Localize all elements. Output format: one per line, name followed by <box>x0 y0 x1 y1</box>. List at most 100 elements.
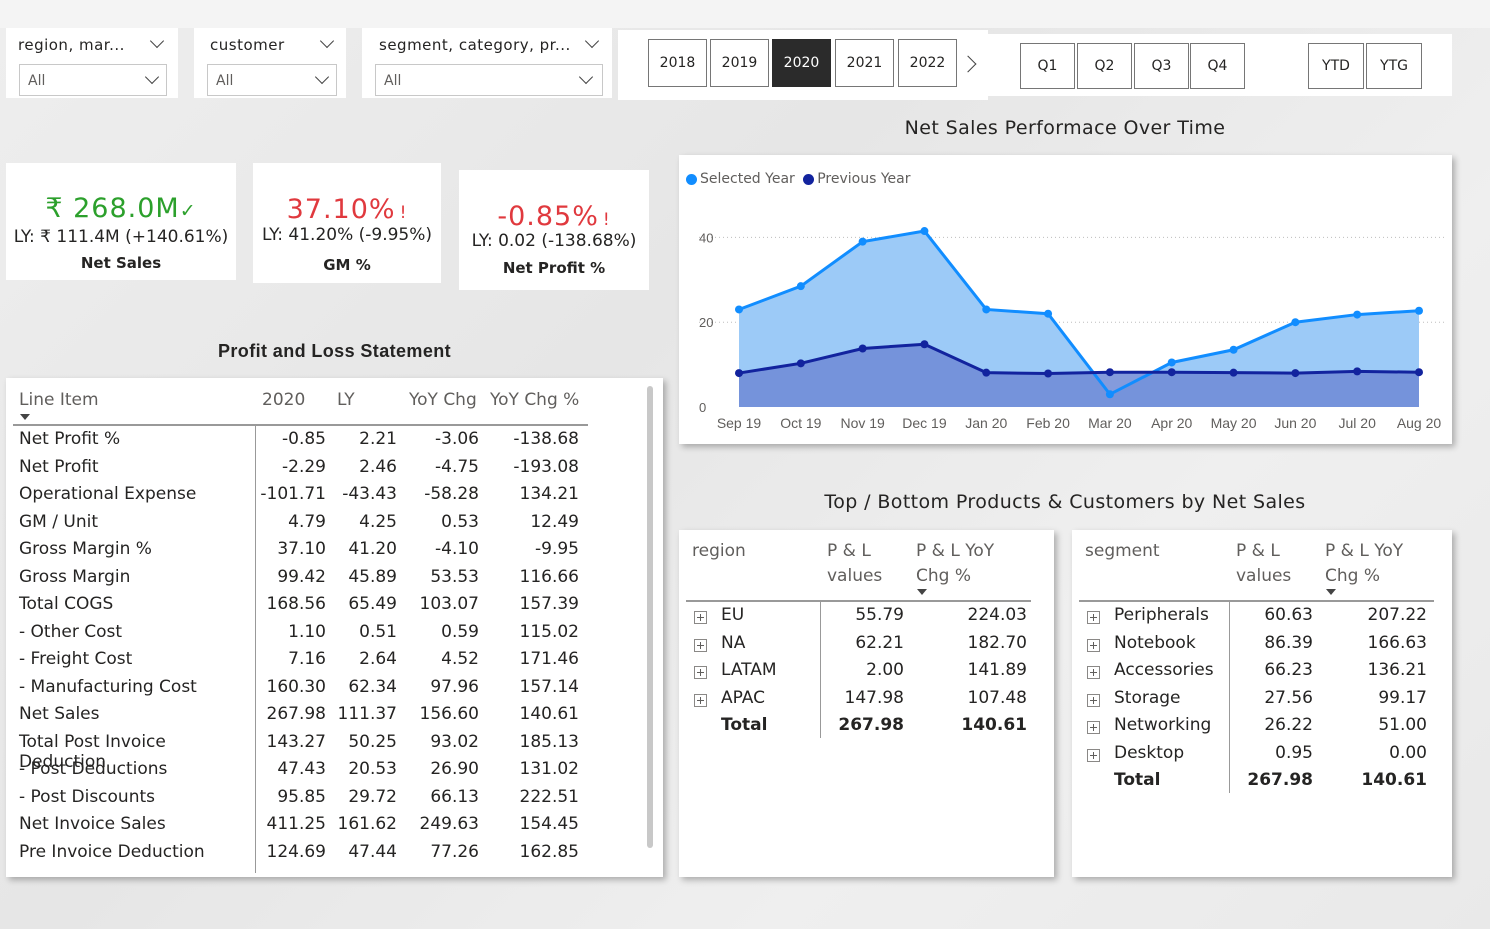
col-header-ly[interactable]: LY <box>337 390 355 410</box>
table-row[interactable]: Net Profit % -0.85 2.21 -3.06 -138.68 <box>6 426 626 454</box>
data-point[interactable] <box>796 359 805 368</box>
year-button-2019[interactable]: 2019 <box>710 39 769 87</box>
col-header-values[interactable]: P & L values <box>1236 539 1296 589</box>
data-point[interactable] <box>1415 306 1423 315</box>
table-row[interactable]: Total COGS 168.56 65.49 103.07 157.39 <box>6 591 626 619</box>
chevron-down-icon[interactable] <box>149 33 165 49</box>
expand-plus-icon[interactable] <box>1087 748 1100 762</box>
expand-plus-icon[interactable] <box>694 638 707 652</box>
expand-plus-icon[interactable] <box>694 693 707 707</box>
data-point[interactable] <box>1291 369 1300 378</box>
col-header-yoy[interactable]: P & L YoY Chg % <box>916 539 1006 589</box>
cell-yoy-chg-pct: 115.02 <box>519 621 579 642</box>
dropdown-segment[interactable]: All <box>375 64 603 96</box>
quarter-button-q1[interactable]: Q1 <box>1020 43 1075 89</box>
data-point[interactable] <box>1105 368 1114 377</box>
col-header-year[interactable]: 2020 <box>262 390 305 410</box>
year-button-2022[interactable]: 2022 <box>898 39 957 87</box>
cell-yoy-chg: -4.10 <box>435 539 479 559</box>
data-point[interactable] <box>1044 309 1053 318</box>
chevron-down-icon[interactable] <box>319 33 335 49</box>
slicer-region-market[interactable]: region, mar... All <box>6 28 178 98</box>
col-header-yoy-chg-pct[interactable]: YoY Chg % <box>490 390 579 410</box>
data-point[interactable] <box>982 305 991 314</box>
period-button-ytg[interactable]: YTG <box>1366 43 1422 89</box>
table-row[interactable]: Storage 27.56 99.17 <box>1072 686 1452 713</box>
col-header-region[interactable]: region <box>692 539 746 564</box>
data-point[interactable] <box>1353 310 1362 319</box>
data-point[interactable] <box>858 237 867 246</box>
col-header-values[interactable]: P & L values <box>827 539 887 589</box>
data-point[interactable] <box>1353 367 1362 376</box>
data-point[interactable] <box>1229 345 1238 354</box>
cell-yoy-chg-pct: 157.14 <box>519 676 579 697</box>
year-button-2020[interactable]: 2020 <box>772 39 831 87</box>
data-point[interactable] <box>1291 318 1300 327</box>
data-point[interactable] <box>1167 358 1176 367</box>
data-point[interactable] <box>735 369 743 378</box>
table-row[interactable]: Desktop 0.95 0.00 <box>1072 741 1452 768</box>
data-point[interactable] <box>982 368 991 377</box>
data-point[interactable] <box>858 344 867 353</box>
table-row[interactable]: Operational Expense -101.71 -43.43 -58.28 13… <box>6 481 626 509</box>
data-point[interactable] <box>1229 368 1238 377</box>
table-row[interactable]: Net Profit -2.29 2.46 -4.75 -193.08 <box>6 454 626 482</box>
table-row[interactable]: APAC 147.98 107.48 <box>679 686 1054 713</box>
slicer-customer[interactable]: customer All <box>194 28 346 98</box>
year-button-2021[interactable]: 2021 <box>835 39 894 87</box>
table-row[interactable]: - Manufacturing Cost 160.30 62.34 97.96 157.… <box>6 674 626 702</box>
total-label: Total <box>1114 770 1161 790</box>
expand-plus-icon[interactable] <box>694 611 707 624</box>
table-row[interactable]: Net Sales 267.98 111.37 156.60 140.61 <box>6 701 626 729</box>
col-header-line-item[interactable]: Line Item <box>19 390 99 410</box>
data-point[interactable] <box>920 227 929 236</box>
quarter-button-q4[interactable]: Q4 <box>1190 43 1245 89</box>
cell-current-year: -0.85 <box>282 429 326 449</box>
dropdown-region-market[interactable]: All <box>19 64 167 96</box>
table-row[interactable]: - Post Deductions 47.43 20.53 26.90 131.02 <box>6 756 626 784</box>
period-button-ytd[interactable]: YTD <box>1308 43 1364 89</box>
data-point[interactable] <box>1105 390 1114 399</box>
table-row[interactable]: NA 62.21 182.70 <box>679 631 1054 658</box>
year-button-2018[interactable]: 2018 <box>648 39 707 87</box>
col-header-yoy[interactable]: P & L YoY Chg % <box>1325 539 1415 589</box>
sort-descending-icon[interactable] <box>20 414 30 420</box>
table-row[interactable]: Gross Margin % 37.10 41.20 -4.10 -9.95 <box>6 536 626 564</box>
table-row[interactable]: EU 55.79 224.03 <box>679 603 1054 630</box>
data-point[interactable] <box>1415 368 1423 377</box>
expand-plus-icon[interactable] <box>1087 721 1100 734</box>
table-row[interactable]: LATAM 2.00 141.89 <box>679 658 1054 685</box>
table-row[interactable]: - Freight Cost 7.16 2.64 4.52 171.46 <box>6 646 626 674</box>
quarter-button-q3[interactable]: Q3 <box>1134 43 1189 89</box>
chevron-down-icon[interactable] <box>584 33 600 49</box>
table-row[interactable]: Net Invoice Sales 411.25 161.62 249.63 154.4… <box>6 811 626 839</box>
sort-descending-icon[interactable] <box>917 589 927 595</box>
table-row[interactable]: GM / Unit 4.79 4.25 0.53 12.49 <box>6 509 626 537</box>
table-row[interactable]: Pre Invoice Deduction 124.69 47.44 77.26 162… <box>6 839 626 867</box>
data-point[interactable] <box>1167 368 1176 377</box>
table-row[interactable]: - Other Cost 1.10 0.51 0.59 115.02 <box>6 619 626 647</box>
expand-plus-icon[interactable] <box>1087 666 1100 679</box>
col-header-segment[interactable]: segment <box>1085 539 1160 564</box>
table-row[interactable]: - Post Discounts 95.85 29.72 66.13 222.51 <box>6 784 626 812</box>
expand-plus-icon[interactable] <box>1087 638 1100 652</box>
data-point[interactable] <box>735 305 743 314</box>
data-point[interactable] <box>1044 369 1053 378</box>
table-row[interactable]: Gross Margin 99.42 45.89 53.53 116.66 <box>6 564 626 592</box>
data-point[interactable] <box>920 340 929 349</box>
expand-plus-icon[interactable] <box>1087 611 1100 624</box>
scrollbar[interactable] <box>647 386 653 848</box>
expand-plus-icon[interactable] <box>694 666 707 679</box>
quarter-button-q2[interactable]: Q2 <box>1077 43 1132 89</box>
expand-plus-icon[interactable] <box>1087 693 1100 707</box>
sort-descending-icon[interactable] <box>1326 589 1336 595</box>
table-row[interactable]: Peripherals 60.63 207.22 <box>1072 603 1452 630</box>
dropdown-customer[interactable]: All <box>207 64 337 96</box>
table-row[interactable]: Networking 26.22 51.00 <box>1072 713 1452 740</box>
data-point[interactable] <box>796 282 805 291</box>
slicer-segment[interactable]: segment, category, pr... All <box>362 28 612 98</box>
table-row[interactable]: Accessories 66.23 136.21 <box>1072 658 1452 685</box>
table-row[interactable]: Total Post Invoice Deduction 143.27 50.25 9… <box>6 729 626 772</box>
col-header-yoy-chg[interactable]: YoY Chg <box>409 390 477 410</box>
table-row[interactable]: Notebook 86.39 166.63 <box>1072 631 1452 658</box>
